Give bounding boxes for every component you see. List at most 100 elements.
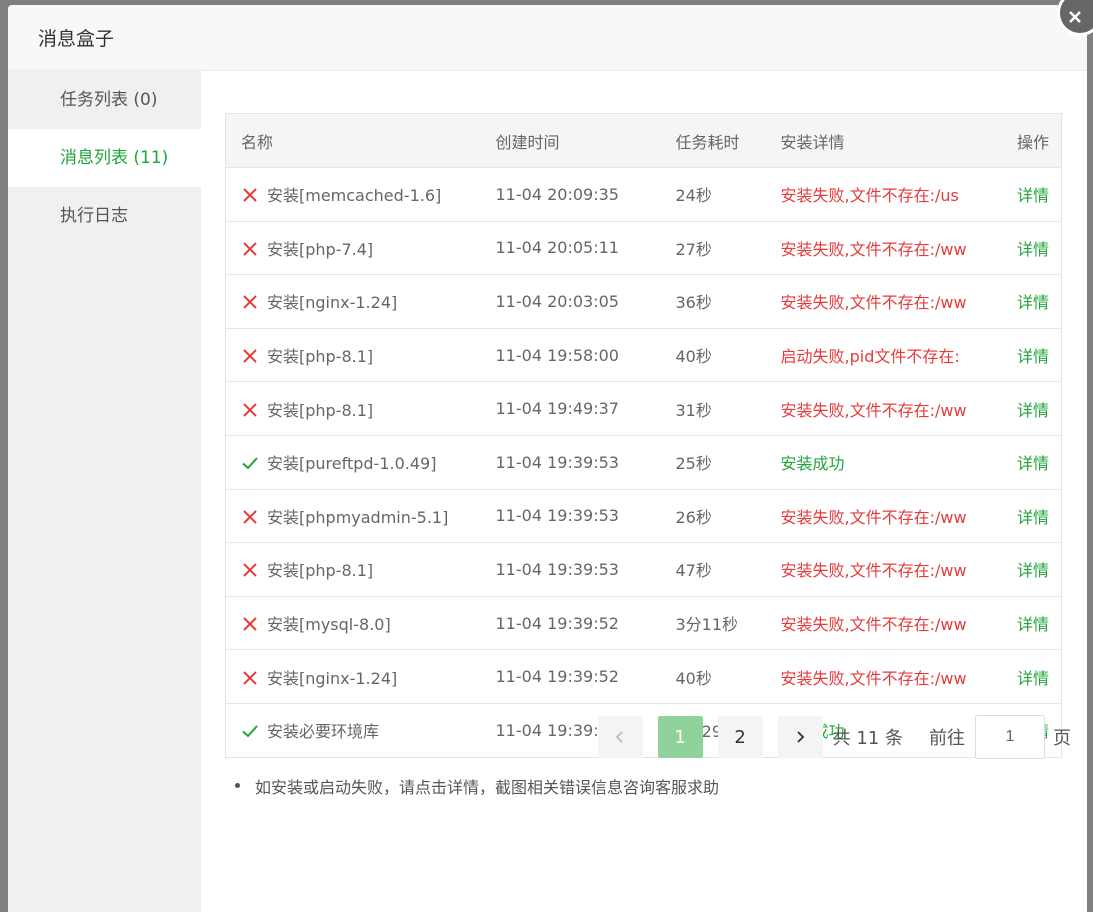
- dialog-header: 消息盒子: [8, 5, 1087, 71]
- detail-text: 启动失败,pid文件不存在:: [780, 347, 960, 367]
- cell-detail: 安装成功: [766, 435, 991, 489]
- table-header-row: 名称 创建时间 任务耗时 安装详情 操作: [225, 113, 1062, 168]
- chevron-left-icon: [615, 731, 623, 743]
- cell-created: 11-04 20:03:05: [495, 291, 619, 311]
- cross-icon: [243, 402, 257, 417]
- detail-link[interactable]: 详情: [1017, 508, 1049, 527]
- cell-detail: 安装失败,文件不存在:/ww: [766, 221, 991, 275]
- task-name: 安装[nginx-1.24]: [267, 668, 398, 688]
- sidebar-item-message-list[interactable]: 消息列表 (11): [8, 129, 201, 187]
- task-name: 安装[php-8.1]: [267, 400, 374, 420]
- detail-link[interactable]: 详情: [1017, 347, 1049, 366]
- cell-detail: 安装失败,文件不存在:/ww: [766, 489, 991, 543]
- table-row: 安装[php-8.1] 11-04 19:58:00 40秒 启动失败,pid文件不存…: [225, 328, 1062, 382]
- cell-duration: 25秒: [675, 454, 712, 474]
- cell-created: 11-04 19:49:37: [495, 399, 619, 419]
- cell-created: 11-04 19:39:53: [495, 452, 619, 472]
- cell-created: 11-04 20:05:11: [495, 238, 619, 258]
- message-table: 名称 创建时间 任务耗时 安装详情 操作 安装[memcached-1.6] 11…: [225, 113, 1062, 758]
- cell-duration: 40秒: [675, 668, 712, 688]
- tip-item: 如安装或启动失败，请点击详情，截图相关错误信息咨询客服求助: [235, 774, 1062, 798]
- detail-link[interactable]: 详情: [1017, 293, 1049, 312]
- table-row: 安装[nginx-1.24] 11-04 19:39:52 40秒 安装失败,文件不存…: [225, 649, 1062, 704]
- cell-duration: 31秒: [675, 400, 712, 420]
- detail-link[interactable]: 详情: [1017, 669, 1049, 688]
- column-header-operation: 操作: [1016, 132, 1049, 152]
- cell-detail: 启动失败,pid文件不存在:: [766, 328, 991, 382]
- cell-operation: 详情: [991, 328, 1062, 382]
- message-box-dialog: 消息盒子 任务列表 (0) 消息列表 (11) 执行日志 名称 创建时间 任务耗…: [8, 5, 1087, 912]
- cell-detail: 安装失败,文件不存在:/ww: [766, 543, 991, 597]
- detail-text: 安装失败,文件不存在:/ww: [780, 615, 967, 635]
- cell-name: 安装[pureftpd-1.0.49]: [226, 435, 481, 489]
- next-page-button[interactable]: [777, 716, 823, 758]
- dialog-title: 消息盒子: [38, 28, 115, 50]
- detail-text: 安装失败,文件不存在:/ww: [780, 400, 967, 420]
- tips-list: 如安装或启动失败，请点击详情，截图相关错误信息咨询客服求助: [225, 774, 1062, 798]
- cross-icon: [243, 563, 257, 578]
- page-jump-input[interactable]: [975, 715, 1045, 759]
- table-row: 安装[nginx-1.24] 11-04 20:03:05 36秒 安装失败,文件不存…: [225, 274, 1062, 329]
- prev-page-button[interactable]: [597, 716, 643, 758]
- cell-operation: 详情: [991, 650, 1062, 704]
- column-header-duration: 任务耗时: [675, 132, 740, 152]
- table-row: 安装[php-7.4] 11-04 20:05:11 27秒 安装失败,文件不存在:/…: [225, 221, 1062, 275]
- cell-operation: 详情: [991, 489, 1062, 543]
- task-name: 安装[nginx-1.24]: [267, 293, 398, 313]
- column-header-detail: 安装详情: [780, 132, 845, 152]
- cross-icon: [243, 188, 257, 203]
- sidebar-item-task-list[interactable]: 任务列表 (0): [8, 71, 201, 129]
- page-1-button[interactable]: 1: [657, 716, 703, 758]
- total-count: 共 11 条: [832, 728, 903, 749]
- column-header-name: 名称: [241, 132, 274, 152]
- cross-icon: [243, 670, 257, 685]
- check-icon: [242, 725, 258, 738]
- detail-link[interactable]: 详情: [1017, 401, 1049, 420]
- cross-icon: [243, 295, 257, 310]
- close-icon: [1069, 11, 1081, 23]
- cross-icon: [243, 617, 257, 631]
- task-name: 安装必要环境库: [267, 722, 380, 742]
- detail-text: 安装失败,文件不存在:/ww: [780, 293, 967, 313]
- jump-label: 前往: [929, 728, 965, 749]
- sidebar-item-execution-log[interactable]: 执行日志: [8, 187, 201, 245]
- cell-detail: 安装失败,文件不存在:/ww: [766, 650, 991, 704]
- detail-text: 安装失败,文件不存在:/us: [780, 186, 959, 206]
- detail-text: 安装失败,文件不存在:/ww: [780, 239, 967, 259]
- detail-link[interactable]: 详情: [1017, 186, 1049, 205]
- page-unit: 页: [1053, 728, 1071, 749]
- detail-link[interactable]: 详情: [1017, 454, 1049, 473]
- detail-link[interactable]: 详情: [1017, 561, 1049, 580]
- sidebar: 任务列表 (0) 消息列表 (11) 执行日志: [8, 71, 201, 912]
- cell-duration: 3分11秒: [675, 615, 739, 635]
- cell-name: 安装[php-8.1]: [226, 543, 481, 597]
- cell-duration: 27秒: [675, 239, 712, 259]
- detail-text: 安装失败,文件不存在:/ww: [780, 507, 967, 527]
- task-name: 安装[pureftpd-1.0.49]: [267, 454, 437, 474]
- page-2-button[interactable]: 2: [717, 716, 763, 758]
- cell-created: 11-04 19:39:52: [495, 613, 619, 633]
- cell-operation: 详情: [991, 543, 1062, 597]
- cell-name: 安装[php-8.1]: [226, 328, 481, 382]
- cell-created: 11-04 19:39:52: [495, 667, 619, 687]
- table-row: 安装[php-8.1] 11-04 19:39:53 47秒 安装失败,文件不存在:/…: [225, 542, 1062, 597]
- cell-duration: 40秒: [675, 347, 712, 367]
- detail-text: 安装成功: [780, 454, 845, 474]
- message-list-panel: 名称 创建时间 任务耗时 安装详情 操作 安装[memcached-1.6] 11…: [225, 113, 1062, 798]
- cell-name: 安装[nginx-1.24]: [226, 275, 481, 329]
- cell-detail: 安装失败,文件不存在:/us: [766, 168, 991, 222]
- detail-link[interactable]: 详情: [1017, 615, 1049, 634]
- pagination: 1 2 共 11 条 前往 页: [597, 715, 1071, 759]
- cell-operation: 详情: [991, 596, 1062, 650]
- task-name: 安装[php-7.4]: [267, 239, 374, 259]
- task-name: 安装[php-8.1]: [267, 347, 374, 367]
- cell-name: 安装[php-8.1]: [226, 382, 481, 436]
- table-row: 安装[memcached-1.6] 11-04 20:09:35 24秒 安装失败,文…: [225, 167, 1062, 222]
- cell-detail: 安装失败,文件不存在:/ww: [766, 275, 991, 329]
- detail-text: 安装失败,文件不存在:/ww: [780, 668, 967, 688]
- cell-operation: 详情: [991, 221, 1062, 275]
- cell-name: 安装必要环境库: [226, 703, 481, 757]
- chevron-right-icon: [797, 731, 805, 743]
- detail-link[interactable]: 详情: [1017, 240, 1049, 259]
- cell-duration: 47秒: [675, 561, 712, 581]
